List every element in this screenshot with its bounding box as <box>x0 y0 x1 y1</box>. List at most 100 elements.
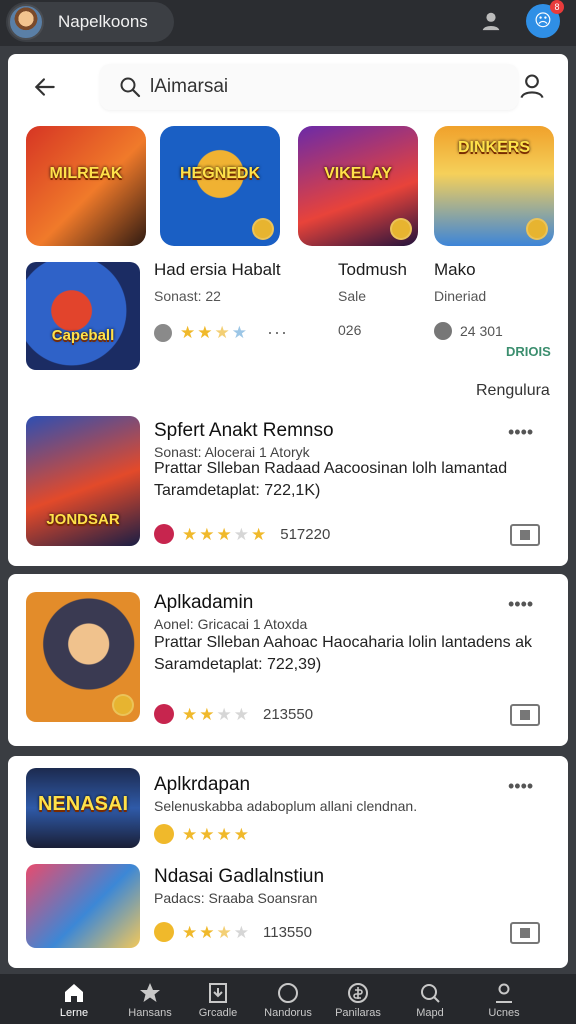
app-image <box>26 864 140 948</box>
nav-label: Nandorus <box>264 1007 312 1019</box>
open-button[interactable] <box>510 704 540 726</box>
star-icon <box>140 983 160 1002</box>
featured-column[interactable]: Todmush Sale 026 <box>338 260 407 338</box>
featured-value: 026 <box>338 322 362 338</box>
tile-badge <box>252 218 274 240</box>
rating-row: ★ ★ ★ ★ <box>154 824 249 844</box>
more-dots[interactable]: ··· <box>267 322 288 343</box>
search-icon <box>120 77 141 98</box>
nav-favorites[interactable]: Hansans <box>114 974 186 1024</box>
tile-badge <box>526 218 548 240</box>
rating-row: ★ ★ ★ ★ 113550 <box>154 922 312 942</box>
game-tile[interactable]: VIKELAY <box>298 126 418 246</box>
game-tile[interactable]: HEGNEDK <box>160 126 280 246</box>
app-image <box>26 592 140 722</box>
rating-row: ★ ★ ★ ★ 213550 <box>154 704 313 724</box>
rating-count: 113550 <box>263 923 312 941</box>
nav-label: Panilaras <box>335 1007 381 1019</box>
featured-subtitle: Sonast: 22 <box>154 288 221 304</box>
rating-row: ★ ★ ★ ★ ★ 517220 <box>154 524 330 544</box>
featured-tag: DRIOIS <box>506 344 551 359</box>
nav-label: Ucnes <box>488 1007 520 1019</box>
avatar[interactable] <box>8 4 44 40</box>
app-image-title: JONDSAR <box>46 511 120 528</box>
search-results-sheet: MILREAK HEGNEDK VIKELAY DINKERS Capeball… <box>8 54 568 566</box>
nav-search[interactable]: Mapd <box>394 974 466 1024</box>
rating-count: 517220 <box>280 525 331 543</box>
account-name: Napelkoons <box>58 12 148 31</box>
search-row <box>8 54 568 118</box>
app-list-item[interactable]: JONDSAR Spfert Anakt Remnso Sonast: Aloc… <box>8 406 568 566</box>
app-developer: Sonast: Alocerai 1 Atoryk <box>154 444 310 460</box>
featured-image-title: Capeball <box>51 327 115 344</box>
account-switcher[interactable]: Napelkoons <box>6 2 174 42</box>
nav-home[interactable]: Lerne <box>38 974 110 1024</box>
app-image-badge <box>112 694 134 716</box>
featured-app-image[interactable]: Capeball <box>26 262 140 370</box>
app-description: Prattar Slleban Radaad Aacoosinan lolh l… <box>154 460 508 477</box>
profile-icon[interactable] <box>518 72 546 100</box>
game-tile[interactable]: MILREAK <box>26 126 146 246</box>
age-badge <box>154 704 174 724</box>
tile-title: VIKELAY <box>324 165 392 182</box>
app-title: Aplkadamin <box>154 592 254 613</box>
section-link[interactable]: Rengulura <box>476 382 550 400</box>
app-description: Prattar Slleban Aahoac Haocaharia lolin … <box>154 634 533 651</box>
open-icon <box>520 530 530 540</box>
open-icon <box>520 928 530 938</box>
age-badge <box>154 524 174 544</box>
nav-label: Grcadle <box>198 1007 238 1019</box>
featured-meta: 026 <box>338 322 407 338</box>
app-card[interactable]: Aplkadamin Aonel: Gricacai 1 Atoxda Prat… <box>8 574 568 746</box>
more-options-icon[interactable]: •••• <box>508 594 533 615</box>
featured-row: Capeball Had ersia Habalt Sonast: 22 ★ ★ ★… <box>8 260 568 378</box>
featured-title: Had ersia Habalt <box>154 260 281 279</box>
featured-meta: 24 301 <box>434 322 503 340</box>
star-rating: ★ ★ ★ ★ <box>180 323 247 342</box>
app-developer: Padacs: Sraaba Soansran <box>154 890 318 906</box>
nav-circle[interactable]: Nandorus <box>252 974 324 1024</box>
download-icon <box>209 983 227 1003</box>
featured-title: Mako <box>434 260 476 279</box>
more-options-icon[interactable]: •••• <box>508 776 533 797</box>
nav-coins[interactable]: Panilaras <box>322 974 394 1024</box>
open-button[interactable] <box>510 524 540 546</box>
search-input[interactable] <box>150 76 450 98</box>
game-tile[interactable]: DINKERS <box>434 126 554 246</box>
app-image: JONDSAR <box>26 416 140 546</box>
game-tiles-row: MILREAK HEGNEDK VIKELAY DINKERS <box>8 126 568 250</box>
featured-column[interactable]: Mako Dineriad 24 301 <box>434 260 503 340</box>
app-image-title: NENASAI <box>37 793 128 815</box>
back-arrow-icon[interactable] <box>32 74 58 100</box>
nav-profile[interactable]: Ucnes <box>468 974 540 1024</box>
top-bar: Napelkoons ☹ 8 <box>0 0 576 46</box>
featured-column[interactable]: Had ersia Habalt Sonast: 22 ★ ★ ★ ★ ··· <box>154 260 288 343</box>
tile-badge <box>390 218 412 240</box>
star-rating: ★ ★ ★ ★ <box>182 704 249 724</box>
open-button[interactable] <box>510 922 540 944</box>
notification-badge: 8 <box>550 0 564 14</box>
meta-dot <box>434 322 452 340</box>
circle-icon <box>278 983 298 1003</box>
search-box[interactable] <box>100 64 518 110</box>
app-title: Spfert Anakt Remnso <box>154 420 334 441</box>
app-image: NENASAI <box>26 768 140 848</box>
tile-title: MILREAK <box>49 165 123 182</box>
app-details: Saramdetaplat: 722,39) <box>154 656 322 673</box>
meta-dot <box>154 323 172 342</box>
app-title: Ndasai Gadlalnstiun <box>154 866 325 887</box>
search-icon <box>421 984 440 1003</box>
nav-downloads[interactable]: Grcadle <box>182 974 254 1024</box>
account-switch-icon[interactable] <box>480 10 502 32</box>
featured-subtitle: Dineriad <box>434 288 487 304</box>
featured-meta: ★ ★ ★ ★ ··· <box>154 322 288 343</box>
more-options-icon[interactable]: •••• <box>508 422 533 443</box>
rating-count: 213550 <box>263 705 314 723</box>
app-card[interactable]: NENASAI Aplkrdapan Selenuskabba adaboplu… <box>8 756 568 968</box>
person-icon <box>496 983 512 1003</box>
nav-label: Mapd <box>416 1007 444 1019</box>
star-rating: ★ ★ ★ ★ <box>182 922 249 942</box>
app-developer: Aonel: Gricacai 1 Atoxda <box>154 616 308 632</box>
featured-value: 24 301 <box>460 323 503 339</box>
app-details: Taramdetaplat: 722,1K) <box>154 482 321 499</box>
